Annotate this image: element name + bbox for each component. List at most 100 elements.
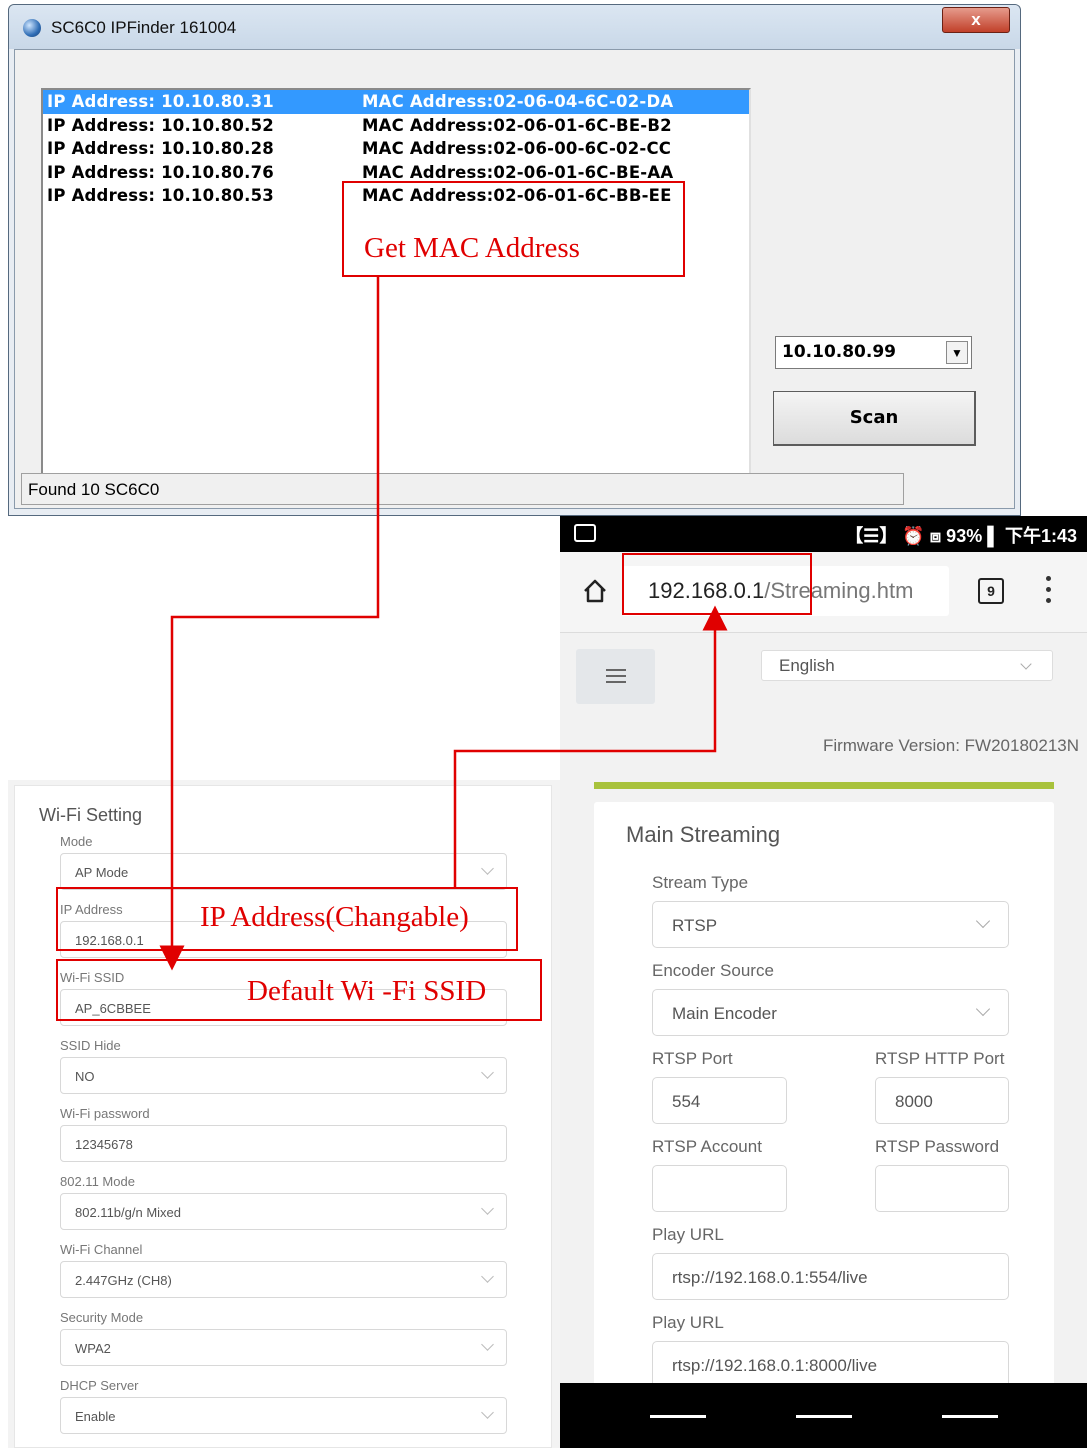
phone-screen: 【☰】 ⏰ ⧈ 93% ▌ 下午1:43 192.168.0.1/Streami…	[560, 516, 1087, 1448]
wifi-setting-card: Wi-Fi Setting Mode AP Mode IP Address 19…	[14, 785, 552, 1448]
language-value: English	[779, 656, 835, 675]
language-select[interactable]: English	[761, 650, 1053, 681]
status-text: Found 10 SC6C0	[28, 480, 160, 499]
encoder-source-value: Main Encoder	[672, 1004, 777, 1023]
play-url-label: Play URL	[652, 1313, 724, 1332]
ip-select-value: 10.10.80.99	[782, 342, 897, 362]
mode-80211-value: 802.11b/g/n Mixed	[75, 1205, 181, 1220]
wifi-setting-page: Wi-Fi Setting Mode AP Mode IP Address 19…	[8, 780, 560, 1448]
ssid-hide-label: SSID Hide	[60, 1038, 121, 1053]
status-icons: 【☰】 ⏰ ⧈ 93% ▌ 下午1:43	[845, 526, 1077, 546]
wifi-channel-value: 2.447GHz (CH8)	[75, 1273, 172, 1288]
chevron-down-icon	[975, 1001, 991, 1017]
chevron-down-icon	[481, 1406, 494, 1419]
wifi-password-label: Wi-Fi password	[60, 1106, 150, 1121]
overflow-menu-icon[interactable]	[1046, 576, 1052, 606]
chevron-down-icon	[481, 862, 494, 875]
title-bar: SC6C0 IPFinder 161004 x	[9, 5, 1020, 49]
tab-switcher-button[interactable]: 9	[978, 578, 1004, 604]
rtsp-port-label: RTSP Port	[652, 1049, 733, 1068]
chevron-down-icon	[481, 1338, 494, 1351]
dropdown-arrow-icon[interactable]: ▼	[946, 341, 968, 364]
device-ip: IP Address: 10.10.80.31	[47, 92, 274, 111]
stream-type-label: Stream Type	[652, 873, 749, 892]
home-icon[interactable]	[582, 578, 608, 604]
rtsp-http-port-label: RTSP HTTP Port	[875, 1049, 1005, 1068]
ssid-annotation-label: Default Wi -Fi SSID	[247, 975, 487, 1007]
firmware-version: Firmware Version: FW20180213N	[822, 736, 1079, 755]
activity-monitor-icon	[574, 524, 596, 542]
list-item[interactable]: IP Address: 10.10.80.28 MAC Address:02-0…	[43, 137, 749, 161]
ip-annotation-label: IP Address(Changable)	[200, 901, 469, 933]
app-logo-icon	[23, 19, 41, 37]
window-client: IP Address: 10.10.80.31 MAC Address:02-0…	[14, 49, 1015, 509]
device-mac: MAC Address:02-06-00-6C-02-CC	[362, 139, 672, 158]
ssid-hide-select[interactable]: NO	[60, 1057, 507, 1094]
device-ip: IP Address: 10.10.80.76	[47, 162, 274, 182]
dhcp-server-select[interactable]: Enable	[60, 1397, 507, 1434]
dhcp-server-value: Enable	[75, 1409, 116, 1424]
hamburger-menu-button[interactable]	[576, 649, 655, 704]
android-nav-bar	[560, 1383, 1087, 1448]
play-url-field[interactable]: rtsp://192.168.0.1:8000/live	[652, 1341, 1009, 1388]
play-url-value: rtsp://192.168.0.1:8000/live	[672, 1356, 878, 1375]
rtsp-password-label: RTSP Password	[875, 1137, 1000, 1156]
chevron-down-icon	[1020, 658, 1032, 670]
list-item[interactable]: IP Address: 10.10.80.31 MAC Address:02-0…	[43, 90, 749, 114]
ip-range-select[interactable]: 10.10.80.99 ▼	[775, 336, 972, 369]
mode-label: Mode	[60, 834, 93, 849]
rtsp-port-input[interactable]: 554	[652, 1077, 787, 1124]
mode-80211-select[interactable]: 802.11b/g/n Mixed	[60, 1193, 507, 1230]
chevron-down-icon	[975, 913, 991, 929]
play-url-value: rtsp://192.168.0.1:554/live	[672, 1268, 868, 1287]
security-mode-label: Security Mode	[60, 1310, 144, 1325]
device-ip: IP Address: 10.10.80.53	[47, 186, 274, 205]
rtsp-http-port-value: 8000	[895, 1092, 933, 1111]
mac-annotation-label: Get MAC Address	[364, 232, 580, 264]
mode-select[interactable]: AP Mode	[60, 853, 507, 890]
play-url-field[interactable]: rtsp://192.168.0.1:554/live	[652, 1253, 1009, 1300]
nav-home-button[interactable]	[796, 1415, 852, 1418]
ssid-hide-value: NO	[75, 1069, 95, 1084]
chevron-down-icon	[481, 1202, 494, 1215]
wifi-channel-select[interactable]: 2.447GHz (CH8)	[60, 1261, 507, 1298]
list-item[interactable]: IP Address: 10.10.80.52 MAC Address:02-0…	[43, 114, 749, 138]
wifi-password-value: 12345678	[75, 1137, 133, 1152]
status-bar: Found 10 SC6C0	[21, 473, 904, 505]
rtsp-password-input[interactable]	[875, 1165, 1009, 1212]
mode-value: AP Mode	[75, 865, 129, 880]
rtsp-port-value: 554	[672, 1092, 701, 1111]
section-title: Wi-Fi Setting	[39, 805, 143, 825]
main-streaming-card: Main Streaming Stream Type RTSP Encoder …	[594, 802, 1054, 1448]
stream-type-value: RTSP	[672, 916, 718, 935]
close-button[interactable]: x	[942, 7, 1010, 33]
device-ip: IP Address: 10.10.80.52	[47, 115, 274, 135]
android-status-bar: 【☰】 ⏰ ⧈ 93% ▌ 下午1:43	[560, 516, 1087, 552]
device-mac: MAC Address:02-06-01-6C-BE-B2	[362, 115, 672, 135]
device-ip: IP Address: 10.10.80.28	[47, 139, 274, 158]
play-url-label: Play URL	[652, 1225, 724, 1244]
nav-back-button[interactable]	[650, 1415, 706, 1418]
window-title: SC6C0 IPFinder 161004	[51, 18, 237, 37]
rtsp-account-input[interactable]	[652, 1165, 787, 1212]
encoder-source-select[interactable]: Main Encoder	[652, 989, 1009, 1036]
chevron-down-icon	[481, 1270, 494, 1283]
mode-80211-label: 802.11 Mode	[60, 1174, 135, 1189]
rtsp-account-label: RTSP Account	[652, 1137, 762, 1156]
section-title: Main Streaming	[626, 822, 781, 847]
accent-divider	[594, 782, 1054, 789]
dhcp-server-label: DHCP Server	[60, 1378, 139, 1393]
rtsp-http-port-input[interactable]: 8000	[875, 1077, 1009, 1124]
chevron-down-icon	[481, 1066, 494, 1079]
stream-type-select[interactable]: RTSP	[652, 901, 1009, 948]
status-right: 【☰】 ⏰ ⧈ 93% ▌ 下午1:43	[845, 522, 1077, 548]
encoder-source-label: Encoder Source	[652, 961, 774, 980]
scan-button[interactable]: Scan	[773, 391, 976, 446]
security-mode-value: WPA2	[75, 1341, 111, 1356]
device-list[interactable]: IP Address: 10.10.80.31 MAC Address:02-0…	[41, 88, 751, 500]
wifi-channel-label: Wi-Fi Channel	[60, 1242, 143, 1257]
security-mode-select[interactable]: WPA2	[60, 1329, 507, 1366]
nav-recents-button[interactable]	[942, 1415, 998, 1418]
wifi-password-field[interactable]: 12345678	[60, 1125, 507, 1162]
device-mac: MAC Address:02-06-04-6C-02-DA	[362, 92, 674, 111]
